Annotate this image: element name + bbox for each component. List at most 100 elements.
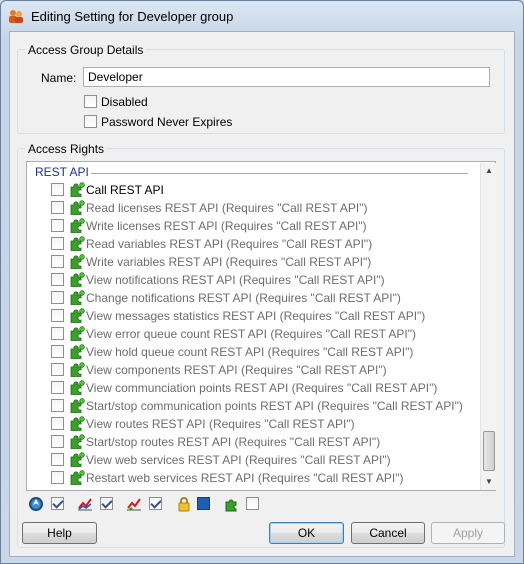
list-item[interactable]: Restart web services REST API (Requires … [51, 469, 481, 487]
filter-navigate-checkbox[interactable] [51, 497, 64, 510]
right-checkbox[interactable] [51, 345, 64, 358]
list-item[interactable]: Write licenses REST API (Requires "Call … [51, 217, 481, 235]
puzzle-icon [70, 362, 85, 377]
puzzle-icon [70, 416, 85, 431]
access-rights-list[interactable]: REST API Call REST API Read licenses REST… [26, 161, 496, 491]
title-bar[interactable]: Editing Setting for Developer group [1, 1, 523, 31]
right-label: View components REST API (Requires "Call… [86, 363, 387, 377]
help-button[interactable]: Help [22, 522, 97, 544]
list-item[interactable]: View routes REST API (Requires "Call RES… [51, 415, 481, 433]
right-checkbox[interactable] [51, 201, 64, 214]
right-label: Write licenses REST API (Requires "Call … [86, 219, 367, 233]
password-never-expires-checkbox[interactable] [84, 115, 97, 128]
puzzle-icon [70, 470, 85, 485]
list-item[interactable]: View communciation points REST API (Requ… [51, 379, 481, 397]
scroll-down-arrow-icon[interactable]: ▼ [481, 474, 497, 490]
right-label: View web services REST API (Requires "Ca… [86, 453, 391, 467]
section-divider [91, 173, 468, 174]
right-label: Change notifications REST API (Requires … [86, 291, 401, 305]
right-checkbox[interactable] [51, 435, 64, 448]
right-label: Restart web services REST API (Requires … [86, 471, 404, 485]
right-checkbox[interactable] [51, 273, 64, 286]
right-label: Start/stop routes REST API (Requires "Ca… [86, 435, 381, 449]
chart-icon [78, 498, 92, 511]
right-checkbox[interactable] [51, 417, 64, 430]
right-label: Read licenses REST API (Requires "Call R… [86, 201, 368, 215]
list-item[interactable]: Read licenses REST API (Requires "Call R… [51, 199, 481, 217]
right-label: Call REST API [86, 183, 164, 197]
right-label: View error queue count REST API (Require… [86, 327, 416, 341]
list-item[interactable]: Change notifications REST API (Requires … [51, 289, 481, 307]
scroll-up-arrow-icon[interactable]: ▲ [481, 163, 497, 179]
list-item[interactable]: View notifications REST API (Requires "C… [51, 271, 481, 289]
right-label: View messages statistics REST API (Requi… [86, 309, 426, 323]
right-label: View routes REST API (Requires "Call RES… [86, 417, 355, 431]
puzzle-icon [70, 272, 85, 287]
name-field[interactable]: Developer [83, 67, 490, 87]
list-item[interactable]: View error queue count REST API (Require… [51, 325, 481, 343]
right-label: Write variables REST API (Requires "Call… [86, 255, 372, 269]
apply-button[interactable]: Apply [431, 522, 505, 544]
disabled-checkbox[interactable] [84, 95, 97, 108]
right-checkbox[interactable] [51, 381, 64, 394]
right-checkbox[interactable] [51, 255, 64, 268]
filter-chart-edit-checkbox[interactable] [149, 497, 162, 510]
right-label: View communciation points REST API (Requ… [86, 381, 438, 395]
vertical-scrollbar[interactable]: ▲ ▼ [480, 163, 496, 490]
filter-lock-checkbox[interactable] [197, 497, 210, 510]
scroll-thumb[interactable] [483, 431, 495, 471]
puzzle-icon [70, 182, 85, 197]
filter-toolbar [28, 496, 288, 514]
list-item[interactable]: Call REST API [51, 181, 481, 199]
list-item[interactable]: Read variables REST API (Requires "Call … [51, 235, 481, 253]
list-item[interactable]: View hold queue count REST API (Requires… [51, 343, 481, 361]
right-checkbox[interactable] [51, 471, 64, 484]
list-item[interactable]: View messages statistics REST API (Requi… [51, 307, 481, 325]
right-label: View notifications REST API (Requires "C… [86, 273, 385, 287]
right-checkbox[interactable] [51, 399, 64, 412]
lock-icon [178, 497, 190, 512]
right-checkbox[interactable] [51, 183, 64, 196]
cancel-button[interactable]: Cancel [351, 522, 425, 544]
puzzle-icon [70, 398, 85, 413]
puzzle-icon [70, 218, 85, 233]
puzzle-icon [70, 326, 85, 341]
ok-button[interactable]: OK [269, 522, 344, 544]
puzzle-icon [70, 308, 85, 323]
right-checkbox[interactable] [51, 363, 64, 376]
access-rights-caption: Access Rights [25, 142, 108, 156]
list-item[interactable]: View components REST API (Requires "Call… [51, 361, 481, 379]
navigate-icon [29, 497, 43, 511]
access-group-details-caption: Access Group Details [25, 43, 147, 57]
right-label: Read variables REST API (Requires "Call … [86, 237, 373, 251]
disabled-label: Disabled [101, 95, 148, 109]
password-never-expires-label: Password Never Expires [101, 115, 233, 129]
chart-edit-icon [127, 498, 141, 511]
name-label: Name: [41, 71, 77, 85]
window-title: Editing Setting for Developer group [31, 9, 234, 24]
right-label: Start/stop communication points REST API… [86, 399, 463, 413]
puzzle-icon [225, 499, 237, 512]
list-item[interactable]: View web services REST API (Requires "Ca… [51, 451, 481, 469]
puzzle-icon [70, 380, 85, 395]
right-checkbox[interactable] [51, 327, 64, 340]
right-label: View hold queue count REST API (Requires… [86, 345, 414, 359]
puzzle-icon [70, 290, 85, 305]
right-checkbox[interactable] [51, 453, 64, 466]
puzzle-icon [70, 200, 85, 215]
filter-chart-checkbox[interactable] [100, 497, 113, 510]
puzzle-icon [70, 434, 85, 449]
list-item[interactable]: Write variables REST API (Requires "Call… [51, 253, 481, 271]
right-checkbox[interactable] [51, 219, 64, 232]
dialog-window: Editing Setting for Developer group Acce… [0, 0, 524, 564]
puzzle-icon [70, 254, 85, 269]
right-checkbox[interactable] [51, 237, 64, 250]
puzzle-icon [70, 452, 85, 467]
puzzle-icon [70, 236, 85, 251]
users-group-icon [9, 10, 23, 23]
filter-puzzle-checkbox[interactable] [246, 497, 259, 510]
list-item[interactable]: Start/stop communication points REST API… [51, 397, 481, 415]
list-item[interactable]: Start/stop routes REST API (Requires "Ca… [51, 433, 481, 451]
right-checkbox[interactable] [51, 291, 64, 304]
right-checkbox[interactable] [51, 309, 64, 322]
